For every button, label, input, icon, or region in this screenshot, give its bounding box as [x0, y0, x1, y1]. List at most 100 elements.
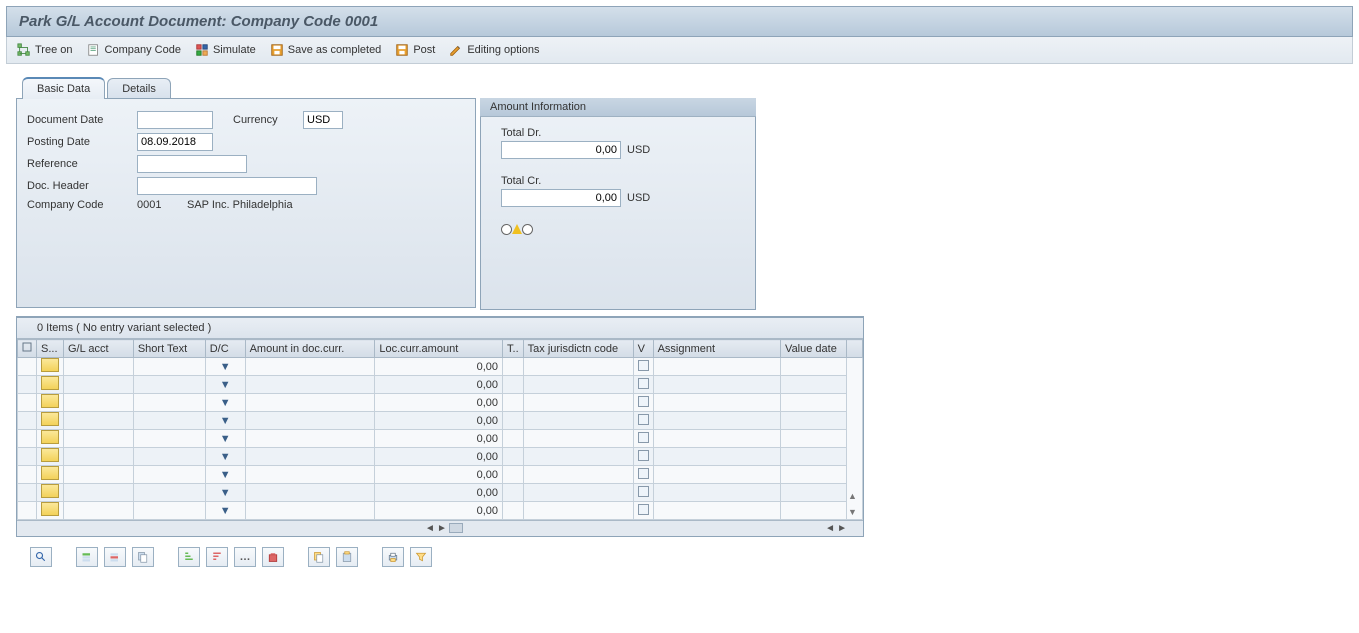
table-row[interactable]: ▼0,00 — [18, 376, 863, 394]
tax-jur-cell[interactable] — [523, 484, 633, 502]
v-cell[interactable] — [633, 502, 653, 520]
checkbox-icon[interactable] — [638, 378, 649, 389]
table-row[interactable]: ▼0,00 — [18, 502, 863, 520]
table-row[interactable]: ▼0,00 — [18, 430, 863, 448]
table-row[interactable]: ▼0,00 — [18, 466, 863, 484]
assignment-cell[interactable] — [653, 484, 780, 502]
col-assignment[interactable]: Assignment — [653, 340, 780, 358]
tax-cell[interactable] — [503, 358, 524, 376]
col-gl-acct[interactable]: G/L acct — [64, 340, 134, 358]
gl-acct-cell[interactable] — [64, 394, 134, 412]
col-selector[interactable] — [18, 340, 37, 358]
value-date-cell[interactable] — [781, 430, 847, 448]
status-cell[interactable] — [37, 448, 64, 466]
tax-jur-cell[interactable] — [523, 394, 633, 412]
row-selector-cell[interactable] — [18, 484, 37, 502]
status-cell[interactable] — [37, 412, 64, 430]
gl-acct-cell[interactable] — [64, 484, 134, 502]
col-v[interactable]: V — [633, 340, 653, 358]
col-status[interactable]: S... — [37, 340, 64, 358]
v-cell[interactable] — [633, 358, 653, 376]
assignment-cell[interactable] — [653, 394, 780, 412]
gl-acct-cell[interactable] — [64, 358, 134, 376]
assignment-cell[interactable] — [653, 466, 780, 484]
delete-row-button[interactable] — [104, 547, 126, 567]
checkbox-icon[interactable] — [638, 396, 649, 407]
more-button[interactable]: … — [234, 547, 256, 567]
editing-options-button[interactable]: Editing options — [449, 43, 539, 57]
assignment-cell[interactable] — [653, 430, 780, 448]
v-cell[interactable] — [633, 430, 653, 448]
simulate-button[interactable]: Simulate — [195, 43, 256, 57]
checkbox-icon[interactable] — [638, 504, 649, 515]
assignment-cell[interactable] — [653, 412, 780, 430]
assignment-cell[interactable] — [653, 376, 780, 394]
status-cell[interactable] — [37, 466, 64, 484]
status-cell[interactable] — [37, 358, 64, 376]
tax-jur-cell[interactable] — [523, 448, 633, 466]
f4-button-icon[interactable] — [41, 358, 59, 372]
gl-acct-cell[interactable] — [64, 376, 134, 394]
tab-details[interactable]: Details — [107, 78, 171, 99]
v-cell[interactable] — [633, 484, 653, 502]
f4-button-icon[interactable] — [41, 430, 59, 444]
table-row[interactable]: ▼0,00 — [18, 412, 863, 430]
row-selector-cell[interactable] — [18, 394, 37, 412]
duplicate-button[interactable] — [308, 547, 330, 567]
value-date-cell[interactable] — [781, 358, 847, 376]
checkbox-icon[interactable] — [638, 414, 649, 425]
hscroll2-right-icon[interactable]: ► — [837, 523, 847, 534]
table-row[interactable]: ▼0,00▲▼ — [18, 358, 863, 376]
table-hscroll[interactable]: ◄ ► ◄ ► — [17, 520, 863, 536]
currency-input[interactable] — [303, 111, 343, 129]
amount-doc-cell[interactable] — [245, 484, 375, 502]
tree-on-button[interactable]: Tree on — [17, 43, 73, 57]
short-text-cell[interactable] — [133, 376, 205, 394]
hscroll-thumb[interactable] — [449, 523, 463, 533]
checkbox-icon[interactable] — [638, 486, 649, 497]
value-date-cell[interactable] — [781, 448, 847, 466]
assignment-cell[interactable] — [653, 448, 780, 466]
tax-jur-cell[interactable] — [523, 358, 633, 376]
post-button[interactable]: Post — [395, 43, 435, 57]
row-selector-cell[interactable] — [18, 502, 37, 520]
tax-cell[interactable] — [503, 430, 524, 448]
col-short-text[interactable]: Short Text — [133, 340, 205, 358]
dc-cell[interactable]: ▼ — [205, 358, 245, 376]
dc-cell[interactable]: ▼ — [205, 466, 245, 484]
save-completed-button[interactable]: Save as completed — [270, 43, 382, 57]
row-selector-cell[interactable] — [18, 358, 37, 376]
amount-doc-cell[interactable] — [245, 394, 375, 412]
tax-cell[interactable] — [503, 394, 524, 412]
checkbox-icon[interactable] — [638, 450, 649, 461]
doc-header-input[interactable] — [137, 177, 317, 195]
dc-cell[interactable]: ▼ — [205, 376, 245, 394]
hscroll2-left-icon[interactable]: ◄ — [825, 523, 835, 534]
value-date-cell[interactable] — [781, 502, 847, 520]
status-cell[interactable] — [37, 376, 64, 394]
row-selector-cell[interactable] — [18, 430, 37, 448]
checkbox-icon[interactable] — [638, 468, 649, 479]
status-cell[interactable] — [37, 394, 64, 412]
document-date-input[interactable] — [137, 111, 213, 129]
tax-cell[interactable] — [503, 484, 524, 502]
detail-button[interactable] — [30, 547, 52, 567]
col-value-date[interactable]: Value date — [781, 340, 847, 358]
amount-doc-cell[interactable] — [245, 430, 375, 448]
tax-cell[interactable] — [503, 502, 524, 520]
table-row[interactable]: ▼0,00 — [18, 394, 863, 412]
value-date-cell[interactable] — [781, 466, 847, 484]
row-selector-cell[interactable] — [18, 466, 37, 484]
assignment-cell[interactable] — [653, 358, 780, 376]
short-text-cell[interactable] — [133, 394, 205, 412]
checkbox-icon[interactable] — [638, 360, 649, 371]
paste-button[interactable] — [336, 547, 358, 567]
short-text-cell[interactable] — [133, 448, 205, 466]
v-cell[interactable] — [633, 412, 653, 430]
row-selector-cell[interactable] — [18, 376, 37, 394]
col-loc-amount[interactable]: Loc.curr.amount — [375, 340, 503, 358]
gl-acct-cell[interactable] — [64, 430, 134, 448]
short-text-cell[interactable] — [133, 502, 205, 520]
tax-cell[interactable] — [503, 412, 524, 430]
tax-cell[interactable] — [503, 376, 524, 394]
